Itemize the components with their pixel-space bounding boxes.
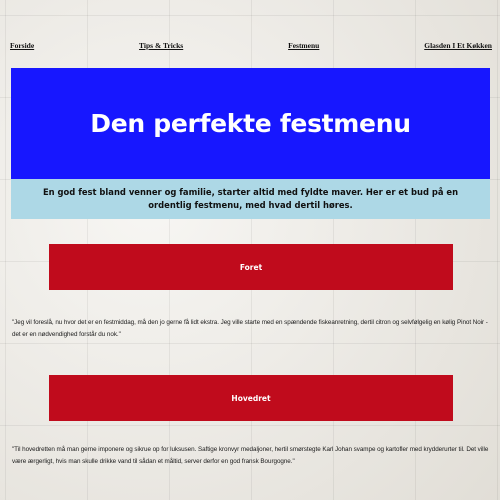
hero-banner: Den perfekte festmenu: [11, 68, 490, 179]
foret-quote: "Jeg vil foreslå, nu hvor det er en fest…: [12, 319, 488, 339]
nav-link-forside[interactable]: Forside: [10, 41, 34, 50]
intro-banner: En god fest bland venner og familie, sta…: [11, 179, 490, 219]
intro-text: En god fest bland venner og familie, sta…: [42, 186, 459, 210]
foret-button[interactable]: Foret: [49, 244, 453, 290]
nav-link-festmenu[interactable]: Festmenu: [288, 41, 319, 50]
hovedret-quote: "Til hovedretten må man gerne imponere o…: [12, 446, 489, 466]
hovedret-button[interactable]: Hovedret: [49, 375, 453, 421]
top-nav: Forside Tips & Tricks Festmenu Glasden I…: [10, 38, 492, 52]
page-title: Den perfekte festmenu: [90, 109, 411, 138]
nav-link-tips-tricks[interactable]: Tips & Tricks: [139, 41, 183, 50]
nav-link-glasden[interactable]: Glasden I Et Køkken: [424, 41, 492, 50]
